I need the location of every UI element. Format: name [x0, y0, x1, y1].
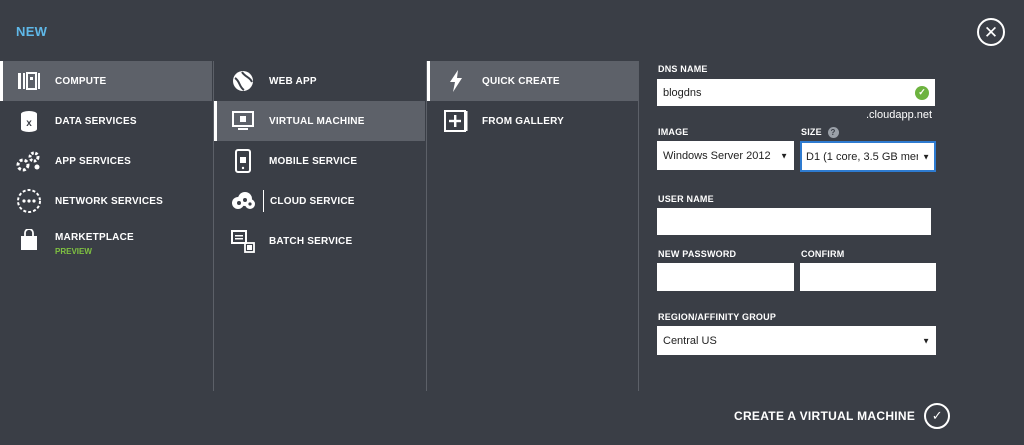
close-button[interactable]: ✕ [977, 18, 1005, 46]
dns-name-label: DNS NAME [658, 64, 708, 74]
category-item-marketplace[interactable]: MARKETPLACE PREVIEW [0, 221, 212, 267]
gallery-plus-icon [443, 108, 469, 134]
size-value: D1 (1 core, 3.5 GB mer [806, 150, 918, 163]
shopping-bag-icon [16, 227, 42, 253]
help-icon[interactable]: ? [827, 127, 839, 138]
image-label: IMAGE [658, 127, 689, 137]
category-label: MARKETPLACE [55, 232, 134, 243]
username-input[interactable] [657, 208, 931, 235]
chevron-down-icon: ▼ [922, 336, 930, 345]
compute-icon [16, 68, 42, 94]
category-item-compute[interactable]: COMPUTE [0, 61, 212, 101]
size-label: SIZE [801, 127, 822, 137]
dns-name-input[interactable]: blogdns ✓ [657, 79, 935, 106]
method-item-quick-create[interactable]: QUICK CREATE [427, 61, 638, 101]
region-select[interactable]: Central US ▼ [657, 326, 936, 355]
category-label: COMPUTE [55, 75, 107, 87]
method-label: FROM GALLERY [482, 115, 565, 127]
size-select[interactable]: D1 (1 core, 3.5 GB mer ▼ [800, 141, 936, 172]
marketplace-text: MARKETPLACE PREVIEW [55, 227, 134, 256]
image-value: Windows Server 2012 [663, 149, 771, 162]
username-label: USER NAME [658, 194, 714, 204]
network-icon [16, 188, 42, 214]
service-label: VIRTUAL MACHINE [269, 115, 365, 127]
valid-check-icon: ✓ [915, 85, 929, 100]
service-label: CLOUD SERVICE [270, 195, 355, 207]
create-vm-button[interactable]: CREATE A VIRTUAL MACHINE ✓ [734, 403, 951, 429]
service-item-cloud-service[interactable]: CLOUD SERVICE [214, 181, 425, 221]
check-icon: ✓ [924, 403, 951, 429]
gears-icon [16, 148, 42, 174]
category-item-data-services[interactable]: x DATA SERVICES [0, 101, 212, 141]
svg-text:x: x [26, 118, 32, 129]
service-label: BATCH SERVICE [269, 235, 353, 247]
category-label: NETWORK SERVICES [55, 195, 164, 207]
size-label-wrap: SIZE ? [801, 127, 839, 138]
region-value: Central US [663, 334, 717, 347]
close-icon: ✕ [983, 22, 999, 42]
cloud-divider [263, 190, 264, 212]
dns-name-value: blogdns [663, 86, 702, 99]
dialog-title: NEW [16, 24, 48, 39]
category-label: APP SERVICES [55, 155, 131, 167]
batch-icon [230, 228, 256, 254]
chevron-down-icon: ▼ [780, 151, 788, 160]
cloud-icon [230, 188, 256, 214]
password-label: NEW PASSWORD [658, 249, 737, 259]
service-item-virtual-machine[interactable]: VIRTUAL MACHINE [214, 101, 425, 141]
service-item-mobile-service[interactable]: MOBILE SERVICE [214, 141, 425, 181]
create-vm-label: CREATE A VIRTUAL MACHINE [734, 409, 916, 423]
method-list: QUICK CREATE FROM GALLERY [426, 61, 639, 391]
chevron-down-icon: ▼ [922, 152, 930, 161]
service-label: MOBILE SERVICE [269, 155, 358, 167]
data-services-icon: x [16, 108, 42, 134]
globe-icon [230, 68, 256, 94]
lightning-icon [443, 68, 469, 94]
category-label: DATA SERVICES [55, 115, 137, 127]
confirm-label: CONFIRM [801, 249, 845, 259]
service-label: WEB APP [269, 75, 317, 87]
service-item-web-app[interactable]: WEB APP [214, 61, 425, 101]
mobile-icon [230, 148, 256, 174]
region-label: REGION/AFFINITY GROUP [658, 312, 777, 322]
dns-suffix: .cloudapp.net [866, 109, 933, 121]
method-item-from-gallery[interactable]: FROM GALLERY [427, 101, 638, 141]
service-list: WEB APP VIRTUAL MACHINE MOBILE SERVICE C… [213, 61, 425, 391]
confirm-password-input[interactable] [800, 263, 936, 291]
category-item-network-services[interactable]: NETWORK SERVICES [0, 181, 212, 221]
image-select[interactable]: Windows Server 2012 ▼ [657, 141, 794, 170]
category-list: COMPUTE x DATA SERVICES APP SERVICES NET… [0, 61, 212, 391]
category-item-app-services[interactable]: APP SERVICES [0, 141, 212, 181]
preview-badge: PREVIEW [55, 247, 92, 256]
password-input[interactable] [657, 263, 794, 291]
method-label: QUICK CREATE [482, 75, 560, 87]
service-item-batch-service[interactable]: BATCH SERVICE [214, 221, 425, 261]
virtual-machine-icon [230, 108, 256, 134]
